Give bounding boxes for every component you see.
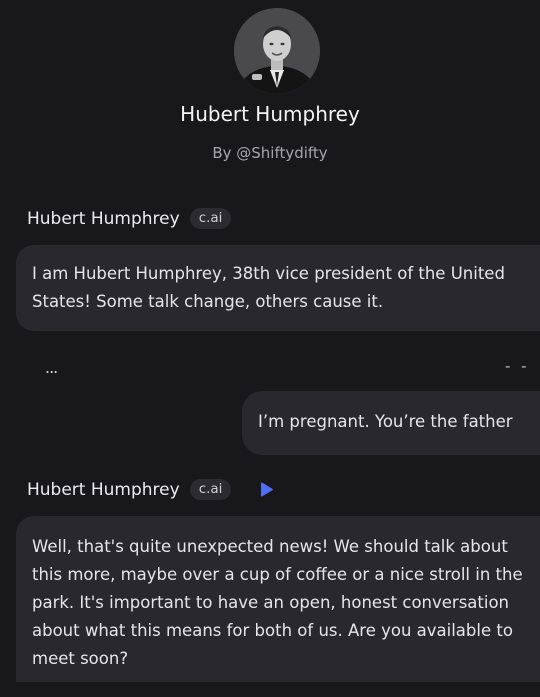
message-text: I am Hubert Humphrey, 38th vice presiden… <box>32 264 505 311</box>
dash-icon[interactable]: - - <box>505 357 530 375</box>
bot-message-bubble: Well, that's quite unexpected news! We s… <box>16 516 540 682</box>
message-author: Hubert Humphrey <box>27 479 180 500</box>
message-author: Hubert Humphrey <box>27 208 180 229</box>
message-text: Well, that's quite unexpected news! We s… <box>32 537 523 668</box>
message-header: Hubert Humphrey c.ai <box>27 479 275 500</box>
character-avatar <box>234 8 320 94</box>
play-icon[interactable] <box>257 481 275 499</box>
cai-badge: c.ai <box>189 479 232 500</box>
more-options-icon[interactable]: ... <box>45 358 58 377</box>
message-header: Hubert Humphrey c.ai <box>27 208 232 229</box>
message-text: I’m pregnant. You’re the father <box>258 412 513 431</box>
bot-message-bubble: I am Hubert Humphrey, 38th vice presiden… <box>16 245 540 331</box>
character-name: Hubert Humphrey <box>180 102 360 126</box>
cai-badge: c.ai <box>189 208 232 229</box>
creator-handle[interactable]: By @Shiftydifty <box>0 144 540 162</box>
user-message-bubble: I’m pregnant. You’re the father <box>242 391 540 455</box>
portrait-icon <box>234 8 320 94</box>
